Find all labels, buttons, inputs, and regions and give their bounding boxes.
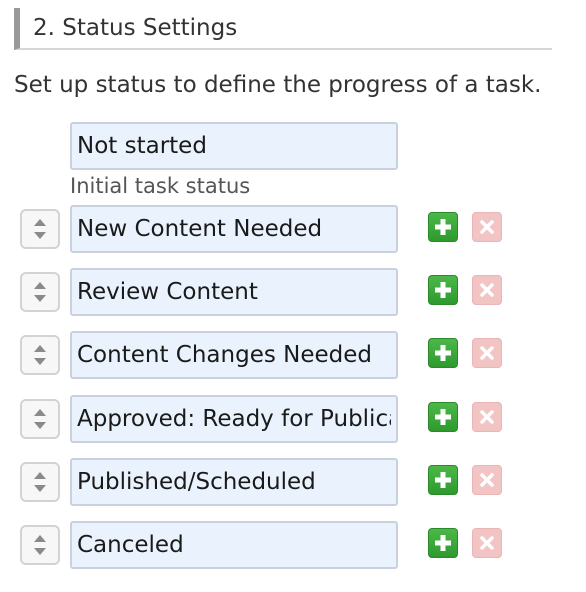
status-row <box>0 458 586 506</box>
status-input[interactable] <box>70 395 398 443</box>
remove-status-button[interactable] <box>472 402 502 432</box>
sort-handle[interactable] <box>20 462 60 502</box>
up-down-arrows-icon <box>34 409 46 429</box>
section-header: 2. Status Settings <box>14 8 552 50</box>
initial-status-input[interactable] <box>70 122 398 170</box>
sort-handle[interactable] <box>20 272 60 312</box>
up-down-arrows-icon <box>34 219 46 239</box>
plus-icon <box>435 472 451 488</box>
remove-status-button[interactable] <box>472 275 502 305</box>
x-icon <box>480 410 494 424</box>
status-field[interactable] <box>70 458 398 506</box>
add-status-button[interactable] <box>428 402 458 432</box>
up-down-arrows-icon <box>34 282 46 302</box>
add-status-button[interactable] <box>428 275 458 305</box>
initial-status-hint: Initial task status <box>70 174 251 198</box>
add-status-button[interactable] <box>428 338 458 368</box>
status-field[interactable] <box>70 205 398 253</box>
plus-icon <box>435 409 451 425</box>
plus-icon <box>435 345 451 361</box>
status-input[interactable] <box>70 521 398 569</box>
status-input[interactable] <box>70 331 398 379</box>
remove-status-button[interactable] <box>472 212 502 242</box>
plus-icon <box>435 535 451 551</box>
status-field[interactable] <box>70 521 398 569</box>
add-status-button[interactable] <box>428 212 458 242</box>
up-down-arrows-icon <box>34 535 46 555</box>
x-icon <box>480 220 494 234</box>
sort-handle[interactable] <box>20 335 60 375</box>
x-icon <box>480 473 494 487</box>
remove-status-button[interactable] <box>472 528 502 558</box>
remove-status-button[interactable] <box>472 338 502 368</box>
status-row <box>0 205 586 253</box>
status-field[interactable] <box>70 331 398 379</box>
up-down-arrows-icon <box>34 345 46 365</box>
status-input[interactable] <box>70 458 398 506</box>
remove-status-button[interactable] <box>472 465 502 495</box>
status-row <box>0 395 586 443</box>
x-icon <box>480 536 494 550</box>
sort-handle[interactable] <box>20 399 60 439</box>
status-row <box>0 331 586 379</box>
section-title: 2. Status Settings <box>33 15 238 41</box>
plus-icon <box>435 219 451 235</box>
add-status-button[interactable] <box>428 465 458 495</box>
status-field[interactable] <box>70 268 398 316</box>
status-field[interactable] <box>70 395 398 443</box>
x-icon <box>480 283 494 297</box>
section-description: Set up status to define the progress of … <box>14 72 542 98</box>
status-input[interactable] <box>70 205 398 253</box>
sort-handle[interactable] <box>20 525 60 565</box>
up-down-arrows-icon <box>34 472 46 492</box>
plus-icon <box>435 282 451 298</box>
sort-handle[interactable] <box>20 209 60 249</box>
initial-status-field[interactable] <box>70 122 398 170</box>
status-row <box>0 268 586 316</box>
status-input[interactable] <box>70 268 398 316</box>
add-status-button[interactable] <box>428 528 458 558</box>
status-row <box>0 521 586 569</box>
x-icon <box>480 346 494 360</box>
